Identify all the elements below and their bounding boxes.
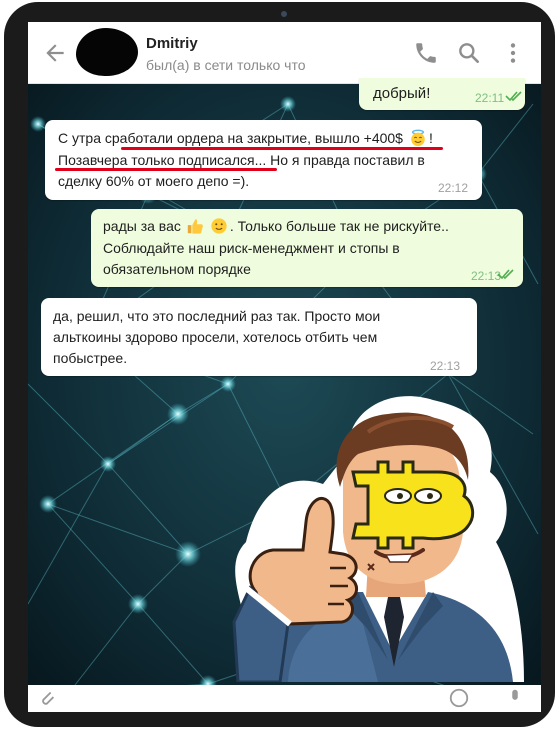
message-line-3: сделку 60% от моего депо =). (58, 173, 250, 189)
avatar[interactable] (76, 28, 138, 76)
message-text: ! (428, 130, 433, 146)
tablet-frame: Dmitriy был(а) в сети только что добрый!… (4, 2, 555, 727)
message-text: рады за вас (103, 218, 181, 234)
phone-icon[interactable] (413, 40, 439, 66)
contact-status: был(а) в сети только что (146, 57, 306, 73)
underlined-text: сработали ордера на закрытие, вышло +400… (104, 130, 403, 146)
chat-header: Dmitriy был(а) в сети только что (28, 22, 541, 84)
read-checkmarks-icon (497, 269, 514, 280)
emoji-icon[interactable] (448, 687, 470, 709)
read-checkmarks-icon (505, 91, 522, 102)
underlined-text: Позавчера только подписался (58, 152, 255, 168)
red-underline (55, 168, 277, 171)
message-line-2: Соблюдайте наш риск-менеджмент и стопы в (103, 240, 400, 256)
back-arrow-icon[interactable] (42, 40, 68, 66)
message-time: 22:12 (438, 181, 469, 195)
message-text: С утра (58, 130, 105, 146)
message-text: ... Но я правда поставил в (254, 152, 425, 168)
slightly-smiling-emoji (211, 218, 227, 234)
thumbs-up-emoji (187, 219, 203, 234)
message-bubble-incoming[interactable]: С утра сработали ордера на закрытие, выш… (45, 120, 482, 200)
message-time: 22:13 (430, 359, 461, 373)
message-bubble-outgoing[interactable]: добрый! 22:11 (359, 78, 525, 110)
bitcoin-mask-businessman-thumbs-up-sticker[interactable] (228, 392, 528, 682)
message-text: добрый! (373, 85, 431, 102)
message-line-2: альткоины здорово просели, хотелось отби… (53, 329, 378, 345)
search-icon[interactable] (456, 40, 482, 66)
message-line-1: рады за вас . Только больше так не риску… (103, 216, 449, 236)
message-bubble-incoming[interactable]: да, решил, что это последний раз так. Пр… (41, 298, 477, 376)
message-bubble-outgoing[interactable]: рады за вас . Только больше так не риску… (91, 209, 523, 287)
message-time: 22:11 (475, 91, 505, 105)
smiling-face-with-halo-emoji (411, 129, 425, 147)
contact-name[interactable]: Dmitriy (146, 35, 198, 52)
chat-screen: Dmitriy был(а) в сети только что добрый!… (28, 22, 541, 712)
message-line-1: С утра сработали ордера на закрытие, выш… (58, 128, 433, 148)
message-line-1: да, решил, что это последний раз так. Пр… (53, 308, 381, 324)
microphone-icon[interactable] (504, 687, 526, 709)
message-line-3: обязательном порядке (103, 261, 251, 277)
message-input-bar (28, 685, 541, 712)
red-underline (121, 147, 443, 150)
attach-icon[interactable] (36, 687, 58, 709)
message-line-2: Позавчера только подписался... Но я прав… (58, 150, 425, 170)
message-text: . Только больше так не рискуйте.. (229, 218, 449, 234)
camera-dot (281, 11, 287, 17)
more-vert-icon[interactable] (500, 40, 526, 66)
message-line-3: побыстрее. (53, 350, 128, 366)
